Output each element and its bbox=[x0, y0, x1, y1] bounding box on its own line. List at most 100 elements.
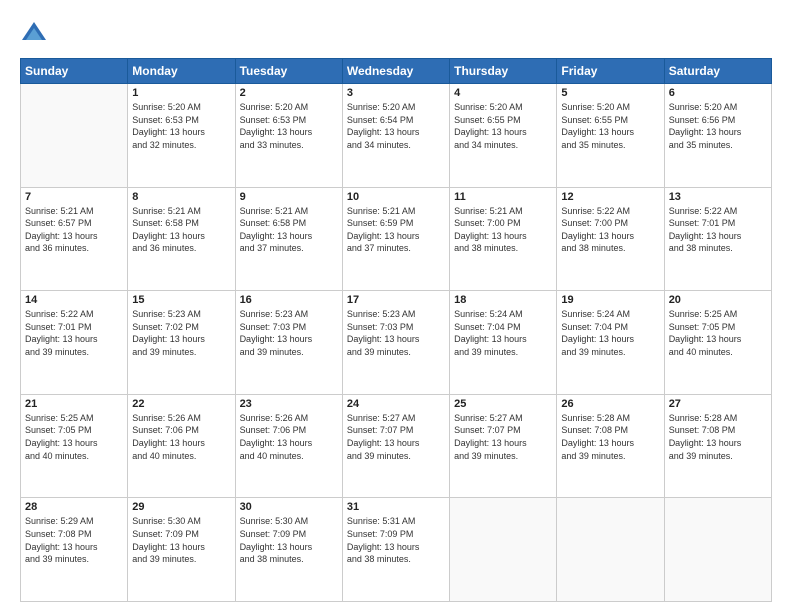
calendar-cell: 24Sunrise: 5:27 AMSunset: 7:07 PMDayligh… bbox=[342, 394, 449, 498]
logo bbox=[20, 18, 50, 48]
day-number: 12 bbox=[561, 191, 659, 203]
day-number: 5 bbox=[561, 87, 659, 99]
weekday-header: Thursday bbox=[450, 59, 557, 84]
calendar-cell: 25 Sunrise: 5:27 AMSunset: 7:07 PMDayligh… bbox=[450, 394, 557, 498]
day-number: 7 bbox=[25, 191, 123, 203]
calendar-cell bbox=[450, 498, 557, 602]
calendar-cell: 10Sunrise: 5:21 AMSunset: 6:59 PMDayligh… bbox=[342, 187, 449, 291]
day-info: Sunrise: 5:27 AMSunset: 7:07 PMDaylight:… bbox=[347, 412, 445, 462]
calendar-cell: 22 Sunrise: 5:26 AMSunset: 7:06 PMDayligh… bbox=[128, 394, 235, 498]
logo-icon bbox=[20, 20, 48, 48]
calendar-cell: 16 Sunrise: 5:23 AMSunset: 7:03 PMDayligh… bbox=[235, 291, 342, 395]
calendar-cell: 1Sunrise: 5:20 AMSunset: 6:53 PMDaylight… bbox=[128, 84, 235, 188]
page: SundayMondayTuesdayWednesdayThursdayFrid… bbox=[0, 0, 792, 612]
day-info: Sunrise: 5:22 AMSunset: 7:01 PMDaylight:… bbox=[25, 308, 123, 358]
day-info: Sunrise: 5:20 AMSunset: 6:54 PMDaylight:… bbox=[347, 101, 445, 151]
day-info: Sunrise: 5:23 AMSunset: 7:03 PMDaylight:… bbox=[347, 308, 445, 358]
calendar-week-row: 21 Sunrise: 5:25 AMSunset: 7:05 PMDayligh… bbox=[21, 394, 772, 498]
day-number: 21 bbox=[25, 398, 123, 410]
day-info: Sunrise: 5:21 AMSunset: 6:58 PMDaylight:… bbox=[132, 205, 230, 255]
day-number: 13 bbox=[669, 191, 767, 203]
day-info: Sunrise: 5:29 AMSunset: 7:08 PMDaylight:… bbox=[25, 515, 123, 565]
day-info: Sunrise: 5:20 AMSunset: 6:53 PMDaylight:… bbox=[240, 101, 338, 151]
day-number: 4 bbox=[454, 87, 552, 99]
calendar-cell: 9 Sunrise: 5:21 AMSunset: 6:58 PMDaylight… bbox=[235, 187, 342, 291]
calendar-cell: 29 Sunrise: 5:30 AMSunset: 7:09 PMDayligh… bbox=[128, 498, 235, 602]
day-number: 28 bbox=[25, 501, 123, 513]
calendar-cell: 18 Sunrise: 5:24 AMSunset: 7:04 PMDayligh… bbox=[450, 291, 557, 395]
day-info: Sunrise: 5:30 AMSunset: 7:09 PMDaylight:… bbox=[132, 515, 230, 565]
calendar-cell: 2Sunrise: 5:20 AMSunset: 6:53 PMDaylight… bbox=[235, 84, 342, 188]
calendar-cell bbox=[557, 498, 664, 602]
weekday-header-row: SundayMondayTuesdayWednesdayThursdayFrid… bbox=[21, 59, 772, 84]
calendar-cell: 31 Sunrise: 5:31 AMSunset: 7:09 PMDayligh… bbox=[342, 498, 449, 602]
day-number: 16 bbox=[240, 294, 338, 306]
day-info: Sunrise: 5:25 AMSunset: 7:05 PMDaylight:… bbox=[669, 308, 767, 358]
calendar-cell: 6 Sunrise: 5:20 AMSunset: 6:56 PMDaylight… bbox=[664, 84, 771, 188]
day-info: Sunrise: 5:22 AMSunset: 7:00 PMDaylight:… bbox=[561, 205, 659, 255]
day-info: Sunrise: 5:31 AMSunset: 7:09 PMDaylight:… bbox=[347, 515, 445, 565]
day-info: Sunrise: 5:23 AMSunset: 7:03 PMDaylight:… bbox=[240, 308, 338, 358]
calendar-cell: 21 Sunrise: 5:25 AMSunset: 7:05 PMDayligh… bbox=[21, 394, 128, 498]
day-number: 25 bbox=[454, 398, 552, 410]
calendar-cell bbox=[21, 84, 128, 188]
weekday-header: Monday bbox=[128, 59, 235, 84]
day-info: Sunrise: 5:24 AMSunset: 7:04 PMDaylight:… bbox=[454, 308, 552, 358]
day-number: 22 bbox=[132, 398, 230, 410]
day-number: 3 bbox=[347, 87, 445, 99]
calendar-cell: 7 Sunrise: 5:21 AMSunset: 6:57 PMDaylight… bbox=[21, 187, 128, 291]
weekday-header: Friday bbox=[557, 59, 664, 84]
day-number: 27 bbox=[669, 398, 767, 410]
day-info: Sunrise: 5:25 AMSunset: 7:05 PMDaylight:… bbox=[25, 412, 123, 462]
calendar-cell: 5 Sunrise: 5:20 AMSunset: 6:55 PMDaylight… bbox=[557, 84, 664, 188]
day-info: Sunrise: 5:20 AMSunset: 6:55 PMDaylight:… bbox=[561, 101, 659, 151]
day-number: 10 bbox=[347, 191, 445, 203]
day-info: Sunrise: 5:30 AMSunset: 7:09 PMDaylight:… bbox=[240, 515, 338, 565]
calendar-cell bbox=[664, 498, 771, 602]
day-number: 11 bbox=[454, 191, 552, 203]
day-number: 6 bbox=[669, 87, 767, 99]
day-info: Sunrise: 5:21 AMSunset: 7:00 PMDaylight:… bbox=[454, 205, 552, 255]
day-number: 8 bbox=[132, 191, 230, 203]
calendar-cell: 11 Sunrise: 5:21 AMSunset: 7:00 PMDayligh… bbox=[450, 187, 557, 291]
calendar-cell: 23Sunrise: 5:26 AMSunset: 7:06 PMDayligh… bbox=[235, 394, 342, 498]
day-info: Sunrise: 5:20 AMSunset: 6:55 PMDaylight:… bbox=[454, 101, 552, 151]
weekday-header: Tuesday bbox=[235, 59, 342, 84]
calendar-cell: 28 Sunrise: 5:29 AMSunset: 7:08 PMDayligh… bbox=[21, 498, 128, 602]
calendar-cell: 30 Sunrise: 5:30 AMSunset: 7:09 PMDayligh… bbox=[235, 498, 342, 602]
day-info: Sunrise: 5:21 AMSunset: 6:57 PMDaylight:… bbox=[25, 205, 123, 255]
day-number: 31 bbox=[347, 501, 445, 513]
day-number: 9 bbox=[240, 191, 338, 203]
day-info: Sunrise: 5:23 AMSunset: 7:02 PMDaylight:… bbox=[132, 308, 230, 358]
day-number: 17 bbox=[347, 294, 445, 306]
calendar-table: SundayMondayTuesdayWednesdayThursdayFrid… bbox=[20, 58, 772, 602]
day-info: Sunrise: 5:20 AMSunset: 6:56 PMDaylight:… bbox=[669, 101, 767, 151]
calendar-cell: 8 Sunrise: 5:21 AMSunset: 6:58 PMDaylight… bbox=[128, 187, 235, 291]
calendar-cell: 4 Sunrise: 5:20 AMSunset: 6:55 PMDaylight… bbox=[450, 84, 557, 188]
calendar-week-row: 28 Sunrise: 5:29 AMSunset: 7:08 PMDayligh… bbox=[21, 498, 772, 602]
calendar-cell: 13Sunrise: 5:22 AMSunset: 7:01 PMDayligh… bbox=[664, 187, 771, 291]
day-info: Sunrise: 5:26 AMSunset: 7:06 PMDaylight:… bbox=[132, 412, 230, 462]
calendar-cell: 20Sunrise: 5:25 AMSunset: 7:05 PMDayligh… bbox=[664, 291, 771, 395]
weekday-header: Sunday bbox=[21, 59, 128, 84]
day-number: 23 bbox=[240, 398, 338, 410]
calendar-cell: 12 Sunrise: 5:22 AMSunset: 7:00 PMDayligh… bbox=[557, 187, 664, 291]
calendar-cell: 14 Sunrise: 5:22 AMSunset: 7:01 PMDayligh… bbox=[21, 291, 128, 395]
calendar-cell: 27 Sunrise: 5:28 AMSunset: 7:08 PMDayligh… bbox=[664, 394, 771, 498]
day-number: 18 bbox=[454, 294, 552, 306]
calendar-cell: 3 Sunrise: 5:20 AMSunset: 6:54 PMDaylight… bbox=[342, 84, 449, 188]
day-number: 1 bbox=[132, 87, 230, 99]
calendar-cell: 19 Sunrise: 5:24 AMSunset: 7:04 PMDayligh… bbox=[557, 291, 664, 395]
day-number: 30 bbox=[240, 501, 338, 513]
day-info: Sunrise: 5:27 AMSunset: 7:07 PMDaylight:… bbox=[454, 412, 552, 462]
day-info: Sunrise: 5:28 AMSunset: 7:08 PMDaylight:… bbox=[669, 412, 767, 462]
calendar-cell: 26Sunrise: 5:28 AMSunset: 7:08 PMDayligh… bbox=[557, 394, 664, 498]
calendar-week-row: 14 Sunrise: 5:22 AMSunset: 7:01 PMDayligh… bbox=[21, 291, 772, 395]
day-number: 15 bbox=[132, 294, 230, 306]
day-number: 29 bbox=[132, 501, 230, 513]
day-number: 19 bbox=[561, 294, 659, 306]
calendar-cell: 15 Sunrise: 5:23 AMSunset: 7:02 PMDayligh… bbox=[128, 291, 235, 395]
day-number: 14 bbox=[25, 294, 123, 306]
day-info: Sunrise: 5:24 AMSunset: 7:04 PMDaylight:… bbox=[561, 308, 659, 358]
day-info: Sunrise: 5:21 AMSunset: 6:58 PMDaylight:… bbox=[240, 205, 338, 255]
